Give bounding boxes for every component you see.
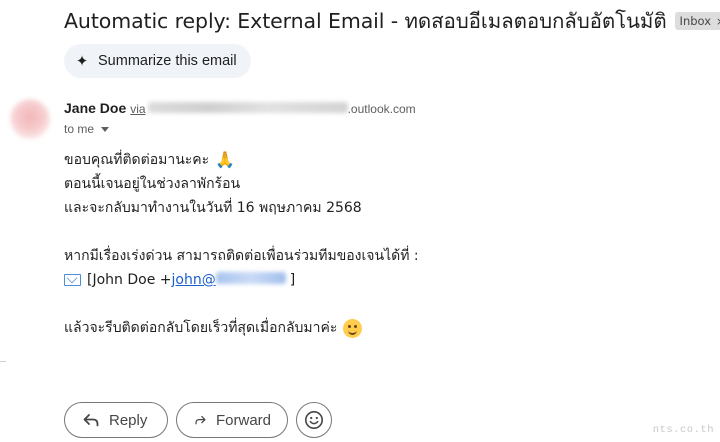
body-return-date: และจะกลับมาทำงานในวันที่ 16 พฤษภาคม 2568 (64, 200, 362, 216)
forward-icon (195, 415, 206, 425)
watermark: nts.co.th (652, 424, 714, 436)
body-vacation: ตอนนี้เจนอยู่ในช่วงลาพักร้อน (64, 176, 241, 192)
reply-button[interactable]: Reply (64, 402, 168, 438)
envelope-icon (64, 274, 81, 286)
message-actions: Reply Forward (64, 402, 332, 438)
summarize-button[interactable]: ✦ Summarize this email (64, 44, 251, 78)
contact-prefix: [John Doe + (87, 272, 172, 288)
emoji-react-button[interactable] (296, 402, 332, 438)
body-closing: แล้วจะรีบติดต่อกลับโดยเร็วที่สุดเมื่อกลั… (64, 320, 338, 336)
recipient-details-toggle[interactable]: to me (64, 122, 110, 136)
subject-row: Automatic reply: External Email - ทดสอบอ… (64, 6, 720, 36)
body-line: หากมีเรื่องเร่งด่วน สามารถติดต่อเพื่อนร่… (64, 244, 700, 268)
inbox-label-text: Inbox (679, 14, 712, 28)
sender-name[interactable]: Jane Doe (64, 100, 126, 116)
body-urgent: หากมีเรื่องเร่งด่วน สามารถติดต่อเพื่อนร่… (64, 248, 419, 264)
body-thanks: ขอบคุณที่ติดต่อมานะคะ (64, 152, 210, 168)
chevron-down-icon (101, 127, 110, 132)
sender-avatar[interactable] (10, 99, 50, 139)
reply-label: Reply (109, 411, 148, 429)
email-body: ขอบคุณที่ติดต่อมานะคะ 🙏 ตอนนี้เจนอยู่ในช… (64, 148, 700, 340)
folded-hands-icon: 🙏 (215, 150, 236, 169)
body-line: และจะกลับมาทำงานในวันที่ 16 พฤษภาคม 2568 (64, 196, 700, 220)
emoji-icon (305, 411, 323, 429)
redacted-email-domain (215, 272, 286, 284)
inbox-label-chip[interactable]: Inbox × (674, 12, 720, 30)
divider (0, 361, 6, 362)
redacted-domain (147, 102, 348, 113)
contact-email-link[interactable]: john@ (172, 268, 290, 292)
sparkle-icon: ✦ (75, 52, 89, 70)
body-line: ตอนนี้เจนอยู่ในช่วงลาพักร้อน (64, 172, 700, 196)
body-line: แล้วจะรีบติดต่อกลับโดยเร็วที่สุดเมื่อกลั… (64, 316, 700, 340)
smiling-face-icon (343, 318, 363, 338)
body-line: [John Doe + john@ ] (64, 268, 700, 292)
contact-suffix: ] (289, 272, 296, 288)
reply-icon (83, 414, 99, 427)
sender-row: Jane Doe via .outlook.com (64, 100, 416, 116)
forward-label: Forward (215, 411, 271, 429)
body-line: ขอบคุณที่ติดต่อมานะคะ 🙏 (64, 148, 700, 172)
summarize-label: Summarize this email (98, 53, 237, 69)
via-label[interactable]: via (130, 102, 145, 116)
to-label: to me (64, 122, 95, 136)
forward-button[interactable]: Forward (176, 402, 288, 438)
remove-label-icon[interactable]: × (716, 15, 720, 28)
contact-email-start: john@ (171, 272, 216, 288)
email-subject: Automatic reply: External Email - ทดสอบอ… (64, 8, 667, 33)
sender-domain-tail: .outlook.com (347, 102, 416, 116)
